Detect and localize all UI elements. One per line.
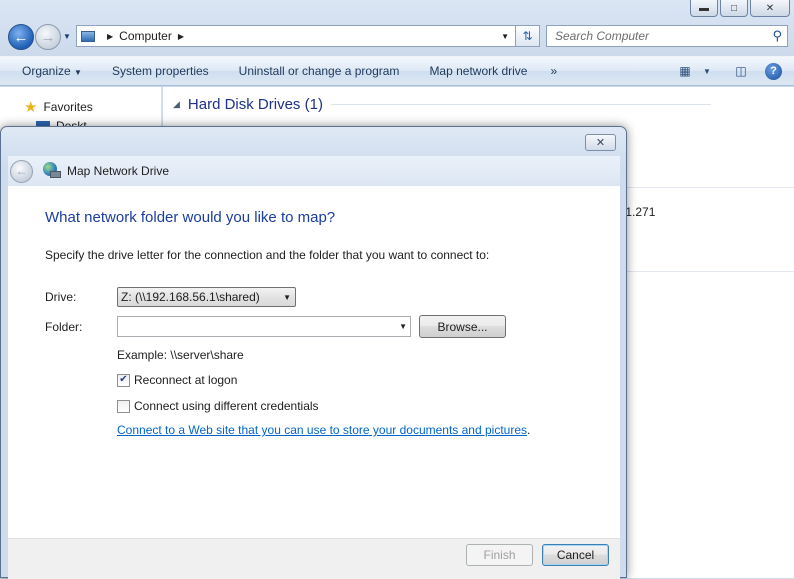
drive-select[interactable]: Z: (\\192.168.56.1\shared) ▼ bbox=[117, 287, 296, 307]
chevron-down-icon: ▼ bbox=[283, 292, 291, 302]
close-icon: ✕ bbox=[595, 137, 606, 149]
maximize-icon: □ bbox=[730, 2, 738, 14]
system-properties-button[interactable]: System properties bbox=[97, 64, 224, 78]
browse-button[interactable]: Browse... bbox=[419, 315, 506, 338]
minimize-button[interactable]: ▬ bbox=[690, 0, 718, 17]
folder-label: Folder: bbox=[45, 320, 83, 334]
help-icon[interactable]: ? bbox=[765, 62, 782, 80]
dialog-heading: What network folder would you like to ma… bbox=[45, 209, 336, 226]
search-placeholder: Search Computer bbox=[555, 29, 650, 43]
collapse-triangle-icon[interactable]: ◢ bbox=[173, 99, 180, 110]
cancel-button[interactable]: Cancel bbox=[542, 544, 609, 566]
more-commands-button[interactable]: » bbox=[542, 64, 572, 78]
forward-arrow-icon: → bbox=[40, 28, 56, 46]
favorites-item[interactable]: ★ Favorites bbox=[24, 98, 93, 116]
back-arrow-icon: ← bbox=[13, 28, 29, 46]
reconnect-at-logon-option[interactable]: ✔ Reconnect at logon bbox=[117, 373, 237, 387]
dialog-close-button[interactable]: ✕ bbox=[585, 134, 616, 151]
search-icon[interactable]: ⚲ bbox=[772, 28, 782, 44]
breadcrumb-chevron-icon[interactable]: ▶ bbox=[107, 32, 113, 41]
chevron-down-icon: ▼ bbox=[74, 68, 82, 77]
dialog-instruction: Specify the drive letter for the connect… bbox=[45, 248, 490, 262]
back-button[interactable]: ← bbox=[8, 24, 34, 50]
folder-example-text: Example: \\server\share bbox=[117, 348, 244, 362]
dialog-title: Map Network Drive bbox=[67, 164, 170, 178]
reconnect-label[interactable]: Reconnect at logon bbox=[134, 373, 237, 387]
window-caption-buttons: ▬ □ ✕ bbox=[690, 0, 790, 17]
map-network-drive-dialog: ✕ ← Map Network Drive What network folde… bbox=[0, 126, 627, 579]
group-header-label: Hard Disk Drives (1) bbox=[187, 96, 323, 113]
dialog-header: ← Map Network Drive bbox=[8, 156, 620, 186]
credentials-label[interactable]: Connect using different credentials bbox=[134, 399, 319, 413]
folder-input[interactable]: ▼ bbox=[117, 316, 411, 337]
maximize-button[interactable]: □ bbox=[720, 0, 748, 17]
recent-pages-dropdown[interactable]: ▼ bbox=[63, 32, 71, 41]
star-icon: ★ bbox=[24, 99, 38, 116]
search-input[interactable]: Search Computer ⚲ bbox=[546, 25, 788, 47]
chevron-down-icon[interactable]: ▼ bbox=[399, 322, 407, 331]
dialog-body: What network folder would you like to ma… bbox=[8, 186, 620, 538]
dialog-footer: Finish Cancel bbox=[8, 538, 620, 579]
forward-button[interactable]: → bbox=[35, 24, 61, 50]
web-site-link-row: Connect to a Web site that you can use t… bbox=[117, 423, 530, 437]
address-dropdown-icon[interactable]: ▼ bbox=[501, 32, 509, 41]
view-dropdown-icon[interactable]: ▼ bbox=[697, 61, 717, 81]
breadcrumb-chevron-icon[interactable]: ▶ bbox=[178, 32, 184, 41]
close-icon: ✕ bbox=[765, 2, 775, 14]
wizard-back-button[interactable]: ← bbox=[10, 159, 33, 183]
divider bbox=[626, 187, 794, 188]
drive-label: Drive: bbox=[45, 290, 77, 304]
link-period: . bbox=[527, 423, 531, 437]
hard-disk-drives-group[interactable]: ◢ Hard Disk Drives (1) bbox=[173, 96, 711, 113]
address-bar[interactable]: ▶ Computer ▶ ▼ bbox=[76, 25, 516, 47]
minimize-icon: ▬ bbox=[699, 2, 709, 14]
different-credentials-option[interactable]: Connect using different credentials bbox=[117, 399, 319, 413]
reconnect-checkbox[interactable]: ✔ bbox=[117, 373, 130, 387]
view-options-icon[interactable]: ▦ bbox=[675, 61, 695, 81]
divider bbox=[626, 271, 794, 272]
credentials-checkbox[interactable] bbox=[117, 399, 130, 413]
refresh-icon: ⇅ bbox=[522, 29, 533, 43]
group-divider bbox=[330, 104, 711, 105]
preview-pane-icon[interactable]: ◫ bbox=[731, 61, 751, 81]
map-network-drive-button[interactable]: Map network drive bbox=[414, 64, 542, 78]
breadcrumb-computer[interactable]: Computer bbox=[119, 29, 172, 43]
uninstall-program-button[interactable]: Uninstall or change a program bbox=[224, 64, 415, 78]
drive-select-value: Z: (\\192.168.56.1\shared) bbox=[121, 290, 260, 304]
finish-button[interactable]: Finish bbox=[466, 544, 533, 566]
partial-drive-text: .1.271 bbox=[622, 205, 656, 219]
organize-menu[interactable]: Organize ▼ bbox=[0, 64, 97, 78]
favorites-label: Favorites bbox=[43, 100, 93, 114]
network-drive-icon bbox=[43, 162, 61, 180]
back-arrow-icon: ← bbox=[15, 164, 28, 178]
close-button[interactable]: ✕ bbox=[750, 0, 790, 17]
web-site-link[interactable]: Connect to a Web site that you can use t… bbox=[117, 423, 527, 437]
computer-icon bbox=[81, 30, 95, 42]
command-bar: Organize ▼ System properties Uninstall o… bbox=[0, 56, 794, 86]
refresh-button[interactable]: ⇅ bbox=[516, 25, 540, 47]
